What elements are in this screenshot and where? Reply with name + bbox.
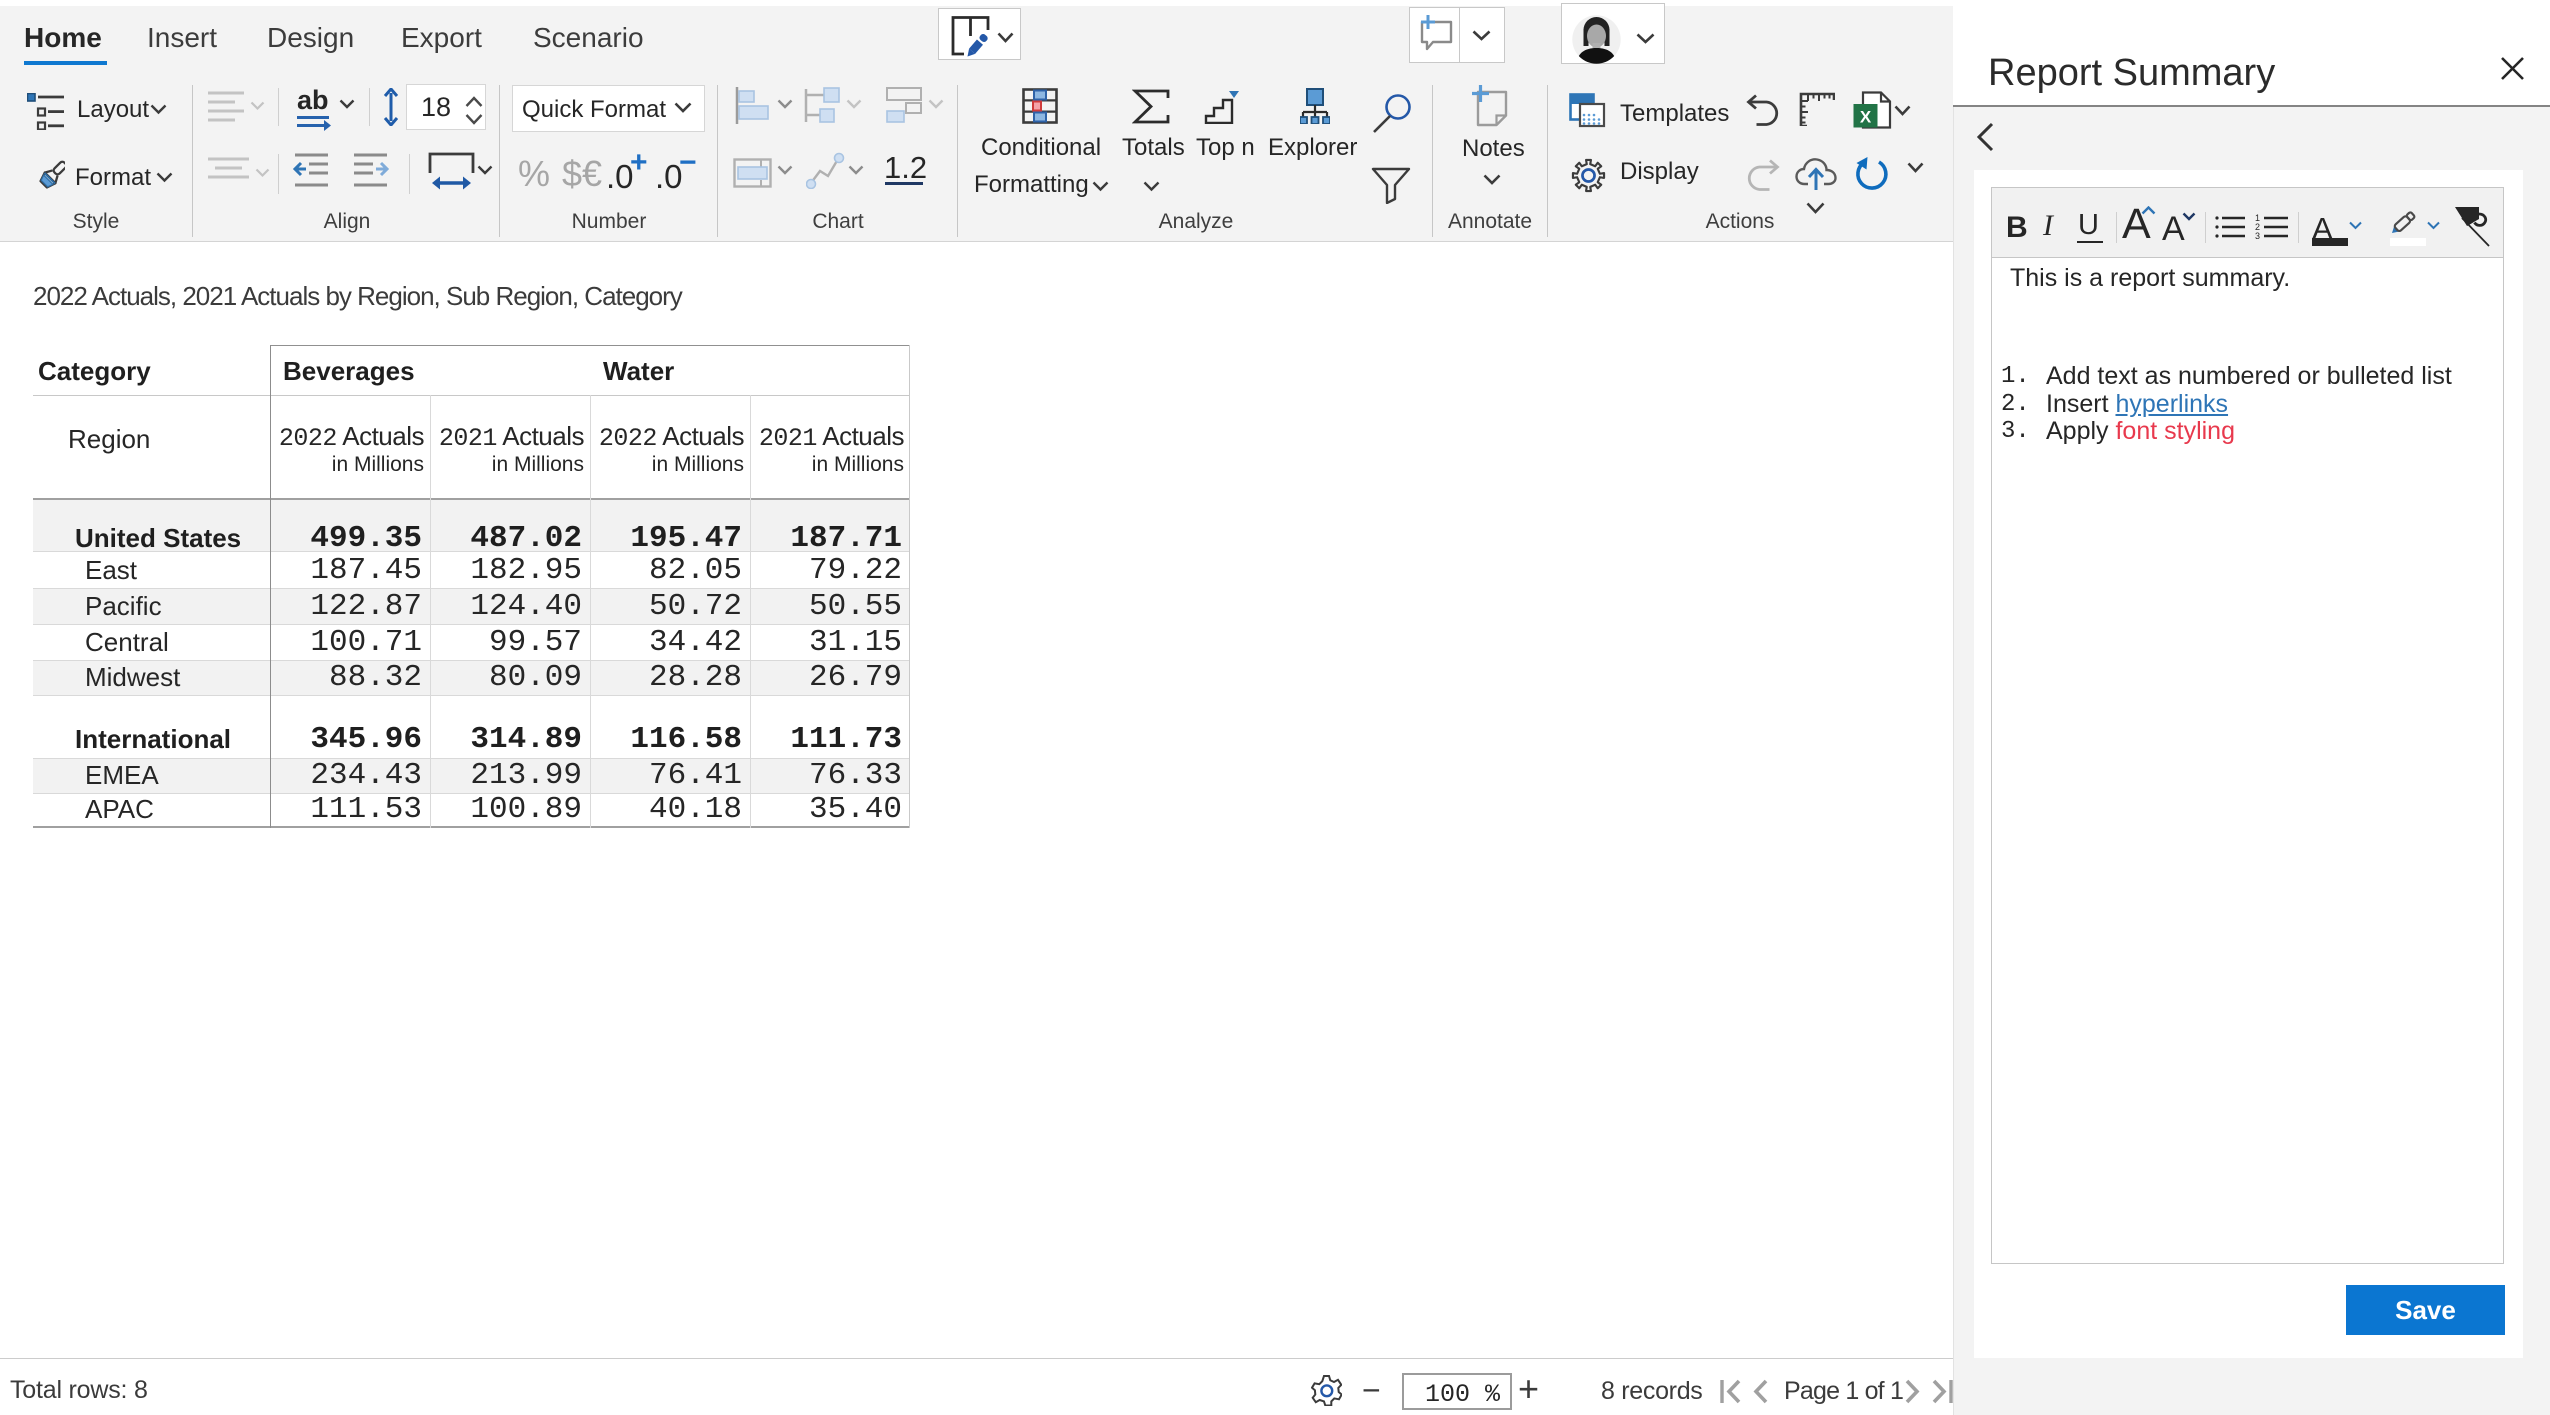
svg-text:X: X xyxy=(1860,108,1872,127)
svg-text:3: 3 xyxy=(2255,231,2260,240)
